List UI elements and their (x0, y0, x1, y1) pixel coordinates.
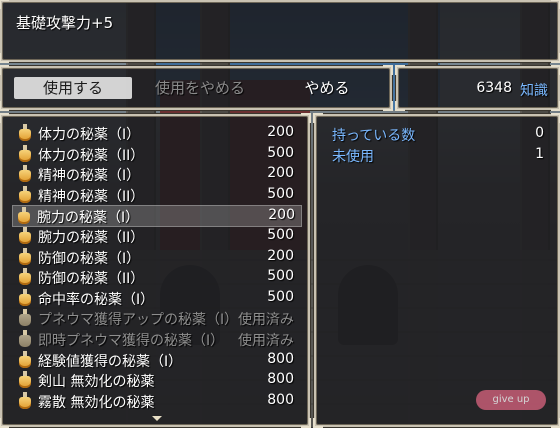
item-row[interactable]: 経験値獲得の秘薬（I） 800 (14, 350, 300, 370)
item-row[interactable]: 腕力の秘薬（II） 500 (14, 226, 300, 246)
item-value: 200 (267, 165, 294, 182)
item-value: 200 (268, 207, 295, 224)
item-list-window: 体力の秘薬（I） 200 体力の秘薬（II） 500 精神の秘薬（I） 200 精神の秘薬（… (0, 113, 311, 428)
item-info-window: 持っている数 0 未使用 1 (313, 113, 560, 428)
help-window: 基礎攻撃力+5 (0, 0, 560, 63)
item-name: 命中率の秘薬（I） (38, 291, 155, 308)
item-name: 防御の秘薬（II） (38, 271, 145, 288)
give-up-button[interactable]: give up (476, 390, 546, 410)
currency-unit: 知識 (520, 83, 548, 99)
item-row[interactable]: 体力の秘薬（I） 200 (14, 123, 300, 143)
item-value: 500 (267, 185, 294, 202)
item-value: 800 (267, 391, 294, 408)
owned-count-label: 持っている数 (332, 128, 416, 144)
item-name: 体力の秘薬（I） (38, 127, 141, 143)
potion-icon (18, 144, 32, 163)
potion-icon (18, 247, 32, 266)
item-name: 体力の秘薬（II） (38, 147, 145, 164)
item-name: 防御の秘薬（I） (38, 250, 141, 267)
item-value: 使用済み (238, 312, 294, 329)
potion-icon (18, 371, 32, 389)
item-row[interactable]: 体力の秘薬（II） 500 (14, 144, 300, 164)
item-row[interactable]: 精神の秘薬（II） 500 (14, 185, 300, 205)
potion-icon (18, 350, 32, 369)
currency-window: 6348 知識 (395, 65, 560, 111)
item-value: 500 (267, 144, 294, 161)
potion-icon (18, 124, 32, 142)
potion-icon (18, 227, 32, 245)
item-row[interactable]: 剣山 無効化の秘薬 800 (14, 370, 300, 390)
item-name: 精神の秘薬（II） (38, 188, 145, 205)
potion-icon (18, 391, 32, 410)
stop-using-command[interactable]: 使用をやめる (138, 77, 262, 99)
item-value: 800 (267, 371, 294, 388)
item-value: 800 (267, 350, 294, 367)
use-command[interactable]: 使用する (14, 77, 132, 99)
command-window: 使用する 使用をやめる やめる (0, 65, 393, 111)
scroll-down-arrow-icon[interactable] (152, 416, 162, 421)
item-name: 剣山 無効化の秘薬 (38, 374, 155, 391)
item-name: 腕力の秘薬（I） (37, 210, 140, 227)
help-text: 基礎攻撃力+5 (16, 14, 114, 32)
item-value: 500 (267, 227, 294, 243)
potion-icon (18, 288, 32, 307)
item-row[interactable]: プネウマ獲得アップの秘薬（I） 使用済み (14, 308, 300, 328)
item-name: 腕力の秘薬（II） (38, 230, 145, 246)
potion-icon (18, 268, 32, 286)
potion-icon (18, 165, 32, 183)
item-value: 500 (267, 288, 294, 305)
potion-icon (18, 330, 32, 348)
item-name: 経験値獲得の秘薬（I） (38, 353, 183, 370)
item-name: 霧散 無効化の秘薬 (38, 394, 155, 411)
item-row[interactable]: 命中率の秘薬（I） 500 (14, 288, 300, 308)
item-row[interactable]: 防御の秘薬（I） 200 (14, 247, 300, 267)
unused-value: 1 (535, 146, 544, 162)
item-value: 500 (267, 268, 294, 285)
item-value: 使用済み (238, 333, 294, 349)
item-name: プネウマ獲得アップの秘薬（I） (38, 312, 239, 329)
item-row[interactable]: 霧散 無効化の秘薬 800 (14, 391, 300, 411)
currency-value: 6348 (476, 80, 512, 96)
item-row[interactable]: 即時プネウマ獲得の秘薬（I） 使用済み (14, 329, 300, 349)
potion-icon (18, 309, 32, 327)
item-value: 200 (267, 247, 294, 264)
potion-icon (17, 207, 31, 225)
item-value: 200 (267, 124, 294, 140)
cancel-command[interactable]: やめる (268, 77, 386, 99)
item-name: 精神の秘薬（I） (38, 168, 141, 185)
potion-icon (18, 185, 32, 204)
item-row[interactable]: 防御の秘薬（II） 500 (14, 267, 300, 287)
unused-label: 未使用 (332, 149, 374, 165)
owned-count-value: 0 (535, 125, 544, 141)
item-row[interactable]: 精神の秘薬（I） 200 (14, 164, 300, 184)
item-name: 即時プネウマ獲得の秘薬（I） (38, 333, 225, 349)
item-row[interactable]: 腕力の秘薬（I） 200 (12, 205, 302, 228)
